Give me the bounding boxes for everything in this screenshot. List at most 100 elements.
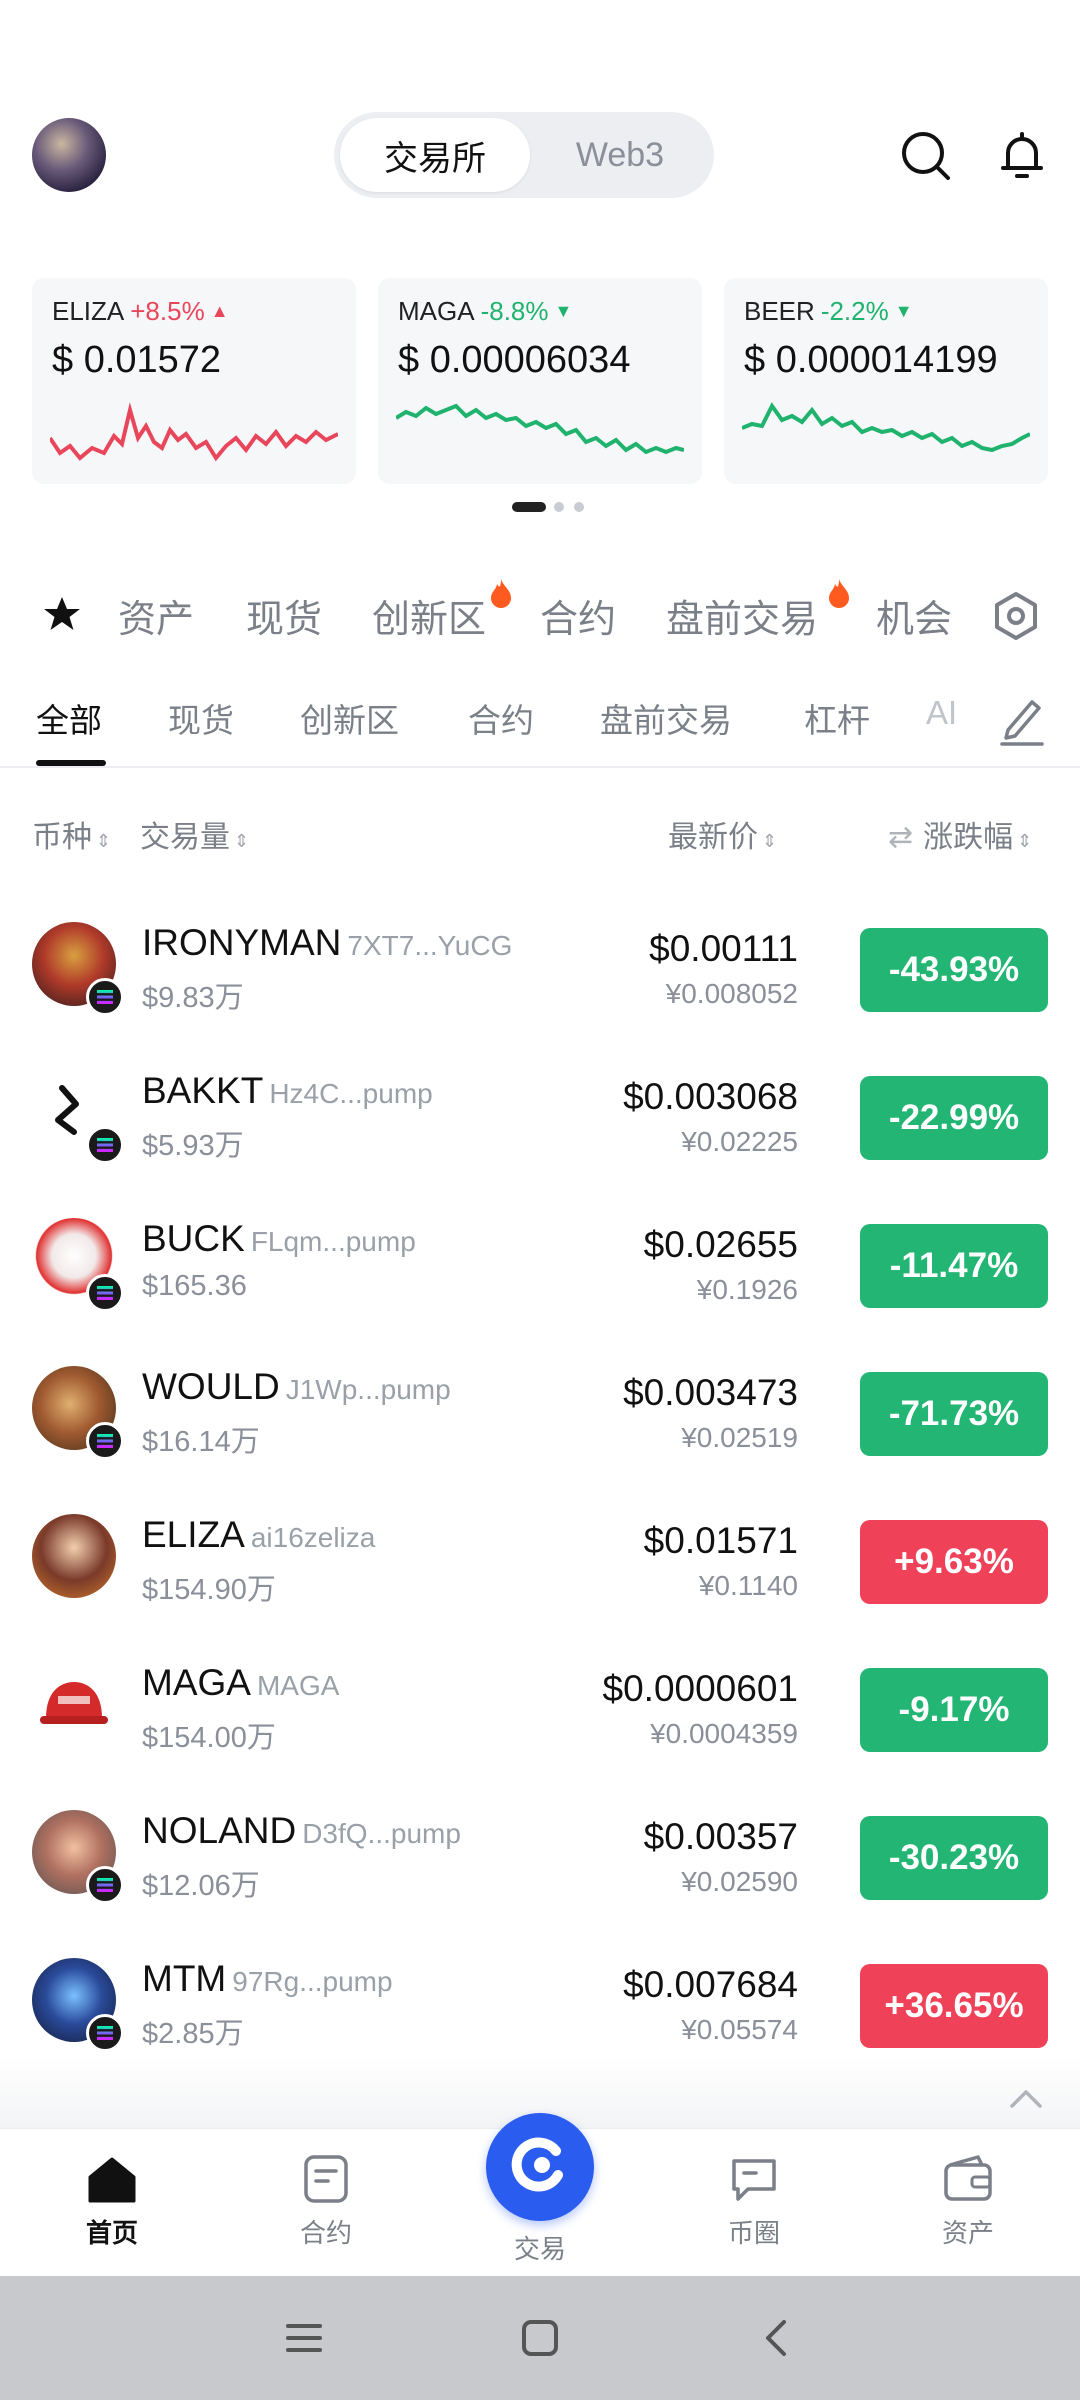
segment-exchange[interactable]: 交易所 [340,118,530,192]
futures-icon [304,2155,348,2203]
coin-price: $0.02655 [643,1224,798,1265]
solana-icon [86,1866,124,1904]
coin-price-cny: ¥0.0004359 [650,1718,798,1749]
sort-arrows-icon: ⇕ [96,831,112,851]
sort-volume[interactable]: 交易量 ⇕ [140,812,249,856]
sparkline [742,402,1030,453]
wallet-icon [944,2155,992,2201]
user-avatar[interactable] [32,118,106,192]
category-spot[interactable]: 现货 [246,588,322,643]
ticker-card[interactable]: ELIZA +8.5% ▲ $ 0.01572 [32,278,356,484]
subtab-margin[interactable]: 杠杆 [804,694,870,742]
menu-icon[interactable] [280,2314,328,2362]
change-badge[interactable]: -11.47% [860,1224,1048,1308]
sort-coin-label: 币种 [32,821,92,854]
market-row[interactable]: ELIZA ai16zeliza $154.90万 $0.01571 ¥0.114… [0,1480,1080,1628]
nav-futures[interactable]: 合约 [246,2143,406,2263]
coin-price: $0.01571 [643,1520,798,1561]
change-badge[interactable]: +36.65% [860,1964,1048,2048]
category-futures[interactable]: 合约 [540,588,616,643]
coin-volume: $2.85万 [142,2018,244,2050]
ticker-change: +8.5% [130,296,205,326]
market-row[interactable]: BAKKT Hz4C...pump $5.93万 $0.003068 ¥0.022… [0,1036,1080,1184]
market-row[interactable]: IRONYMAN 7XT7...YuCG $9.83万 $0.00111 ¥0.0… [0,888,1080,1036]
coin-volume: $154.90万 [142,1574,276,1606]
sort-change-label: 涨跌幅 [923,821,1014,854]
coin-address: J1Wp...pump [285,1374,451,1405]
back-icon[interactable] [752,2314,800,2362]
nav-label: 首页 [85,2218,138,2248]
nav-trade-button[interactable] [486,2113,594,2221]
home-square-icon[interactable] [516,2314,564,2362]
search-icon[interactable] [898,128,954,184]
active-tab-underline [36,760,106,766]
subtab-ai[interactable]: AI [926,694,957,732]
coin-address: 7XT7...YuCG [347,930,513,961]
coin-price: $0.003473 [623,1372,798,1413]
sort-arrows-icon: ⇕ [1017,831,1033,851]
coin-price-cny: ¥0.02225 [681,1126,798,1157]
subtab-spot[interactable]: 现货 [168,694,234,742]
swap-icon[interactable]: ⇄ [888,821,913,854]
ticker-price: $ 0.00006034 [398,339,631,381]
subtab-futures[interactable]: 合约 [468,694,534,742]
solana-icon [86,1126,124,1164]
sort-price-label: 最新价 [668,821,758,854]
subtab-innovation[interactable]: 创新区 [300,694,399,742]
ticker-card[interactable]: BEER -2.2% ▼ $ 0.000014199 [724,278,1048,484]
coin-symbol: ELIZA [142,1514,245,1555]
edit-icon[interactable] [998,694,1046,746]
sort-arrows-icon: ⇕ [762,831,778,851]
nav-assets[interactable]: 资产 [888,2143,1048,2263]
coin-volume: $5.93万 [142,1130,244,1162]
change-badge[interactable]: -30.23% [860,1816,1048,1900]
coin-address: MAGA [256,1670,340,1701]
change-badge[interactable]: -43.93% [860,928,1048,1012]
carousel-dot [554,502,564,512]
coin-symbol: MAGA [142,1662,251,1703]
coin-price-cny: ¥0.02590 [681,1866,798,1897]
market-row[interactable]: MTM 97Rg...pump $2.85万 $0.007684 ¥0.05574… [0,1924,1080,2072]
chevron-up-icon[interactable] [1008,2086,1044,2110]
market-row[interactable]: WOULD J1Wp...pump $16.14万 $0.003473 ¥0.02… [0,1332,1080,1480]
sparkline [396,403,684,455]
system-nav-bar [0,2276,1080,2400]
coin-logo [32,1514,116,1598]
coin-volume: $9.83万 [142,982,244,1014]
coin-symbol: NOLAND [142,1810,297,1851]
change-badge[interactable]: -9.17% [860,1668,1048,1752]
star-icon[interactable] [42,594,82,634]
coin-volume: $12.06万 [142,1870,260,1902]
market-row[interactable]: NOLAND D3fQ...pump $12.06万 $0.00357 ¥0.02… [0,1776,1080,1924]
category-opportunity[interactable]: 机会 [876,588,956,643]
category-assets[interactable]: 资产 [118,588,194,643]
sort-price[interactable]: 最新价 ⇕ [668,812,777,856]
fire-icon [491,579,511,608]
coin-symbol: BUCK [142,1218,245,1259]
coin-price-cny: ¥0.1926 [696,1274,798,1305]
bell-icon[interactable] [994,128,1050,184]
change-badge[interactable]: -22.99% [860,1076,1048,1160]
market-row[interactable]: BUCK FLqm...pump $165.36 $0.02655 ¥0.1926… [0,1184,1080,1332]
ticker-price: $ 0.01572 [52,339,222,381]
nav-community[interactable]: 币圈 [674,2143,834,2263]
segment-web3[interactable]: Web3 [530,118,710,192]
settings-hex-icon[interactable] [990,590,1042,642]
subtab-all[interactable]: 全部 [36,694,102,742]
subtab-premarket[interactable]: 盘前交易 [600,694,732,742]
change-badge[interactable]: +9.63% [860,1520,1048,1604]
coin-symbol: MTM [142,1958,227,1999]
ticker-card[interactable]: MAGA -8.8% ▼ $ 0.00006034 [378,278,702,484]
category-premarket[interactable]: 盘前交易 [666,588,818,643]
coin-price: $0.003068 [623,1076,798,1117]
nav-home[interactable]: 首页 [32,2143,192,2263]
solana-icon [86,978,124,1016]
coin-price: $0.0000601 [602,1668,798,1709]
category-innovation[interactable]: 创新区 [372,588,486,643]
sort-coin[interactable]: 币种 ⇕ [32,812,111,856]
ticker-change: -8.8% [480,296,549,326]
sparkline [50,402,338,462]
market-row[interactable]: MAGA MAGA $154.00万 $0.0000601 ¥0.0004359 … [0,1628,1080,1776]
change-badge[interactable]: -71.73% [860,1372,1048,1456]
sort-change[interactable]: ⇄ 涨跌幅 ⇕ [888,812,1032,856]
